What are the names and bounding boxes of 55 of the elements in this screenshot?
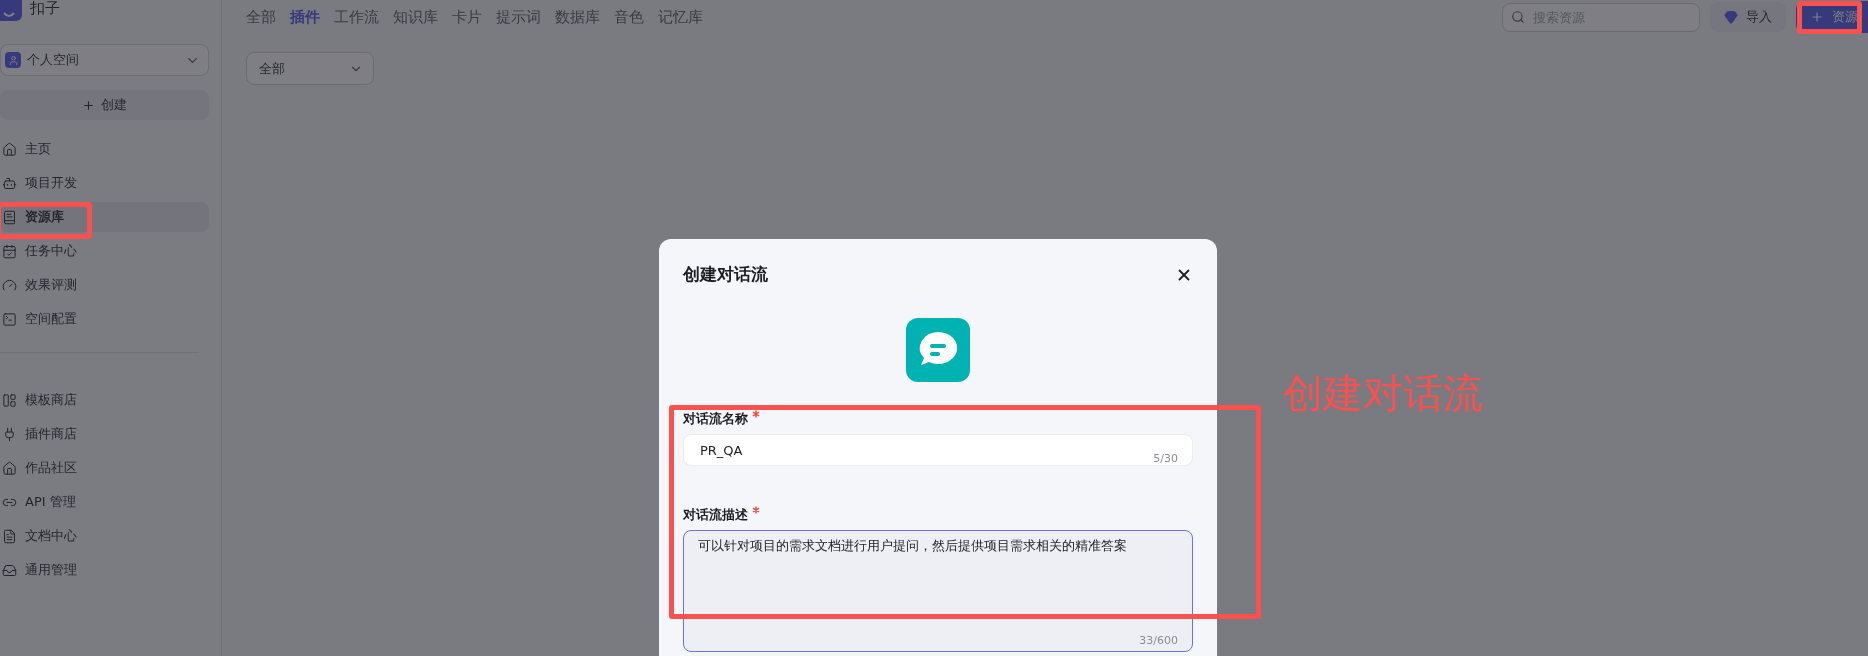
user-icon [5, 52, 21, 68]
sidebar-item[interactable]: 任务中心 [0, 236, 209, 266]
import-button[interactable]: 导入 [1710, 2, 1786, 32]
calendar-check-icon [2, 243, 17, 259]
space-selector[interactable]: 个人空间 [0, 44, 209, 76]
field-label: 对话流名称 [683, 410, 748, 428]
description-field[interactable]: 可以针对项目的需求文档进行用户提问，然后提供项目需求相关的精准答案 [698, 537, 1178, 634]
robot-face-icon [2, 175, 17, 191]
tab[interactable]: 知识库 [393, 7, 438, 27]
inbox-icon [2, 562, 17, 578]
tab[interactable]: 提示词 [496, 7, 541, 27]
sidebar-item[interactable]: 文档中心 [0, 521, 209, 551]
plus-icon [1810, 10, 1824, 24]
tab[interactable]: 全部 [246, 7, 276, 27]
tab[interactable]: 插件 [290, 7, 320, 27]
house-icon [2, 141, 17, 157]
create-button[interactable]: 创建 [0, 90, 209, 120]
chat-bubble-icon [906, 318, 970, 382]
description-box[interactable]: 可以针对项目的需求文档进行用户提问，然后提供项目需求相关的精准答案 33/600 [683, 530, 1193, 652]
sidebar-item[interactable]: 项目开发 [0, 168, 209, 198]
document-icon [2, 528, 17, 544]
annotation-text: 创建对话流 [1283, 369, 1483, 418]
tab[interactable]: 数据库 [555, 7, 600, 27]
book-icon [2, 209, 17, 225]
char-counter: 5/30 [1153, 452, 1178, 465]
plus-icon [82, 98, 95, 112]
tab[interactable]: 工作流 [334, 7, 379, 27]
field-label: 对话流描述 [683, 506, 748, 524]
sidebar-item[interactable]: 作品社区 [0, 453, 209, 483]
highlight-frame [1797, 1, 1862, 34]
sidebar-item[interactable]: API 管理 [0, 487, 209, 517]
gauge-icon [2, 277, 17, 293]
layout-icon [2, 392, 17, 408]
tab[interactable]: 记忆库 [658, 7, 703, 27]
dialog-title: 创建对话流 [683, 263, 768, 286]
app-name: 扣子 [30, 0, 60, 18]
gem-icon [1724, 10, 1738, 24]
filter-dropdown[interactable]: 全部 [246, 52, 374, 85]
tab[interactable]: 音色 [614, 7, 644, 27]
name-field[interactable]: PR_QA [698, 441, 1154, 459]
sidebar-item[interactable]: 通用管理 [0, 555, 209, 585]
plug-icon [2, 426, 17, 442]
tab[interactable]: 卡片 [452, 7, 482, 27]
space-label: 个人空间 [27, 51, 79, 69]
filter-value: 全部 [259, 59, 285, 78]
sidebar-item[interactable]: 空间配置 [0, 304, 209, 334]
terminal-icon [2, 311, 17, 327]
sidebar-item[interactable]: 插件商店 [0, 419, 209, 449]
char-counter: 33/600 [1139, 634, 1178, 647]
name-box[interactable]: PR_QA 5/30 [683, 434, 1193, 466]
sidebar-item[interactable]: 效果评测 [0, 270, 209, 300]
search-icon [1511, 10, 1525, 24]
house-icon [2, 460, 17, 476]
sidebar-item[interactable]: 主页 [0, 134, 209, 164]
sidebar-item[interactable]: 模板商店 [0, 385, 209, 415]
